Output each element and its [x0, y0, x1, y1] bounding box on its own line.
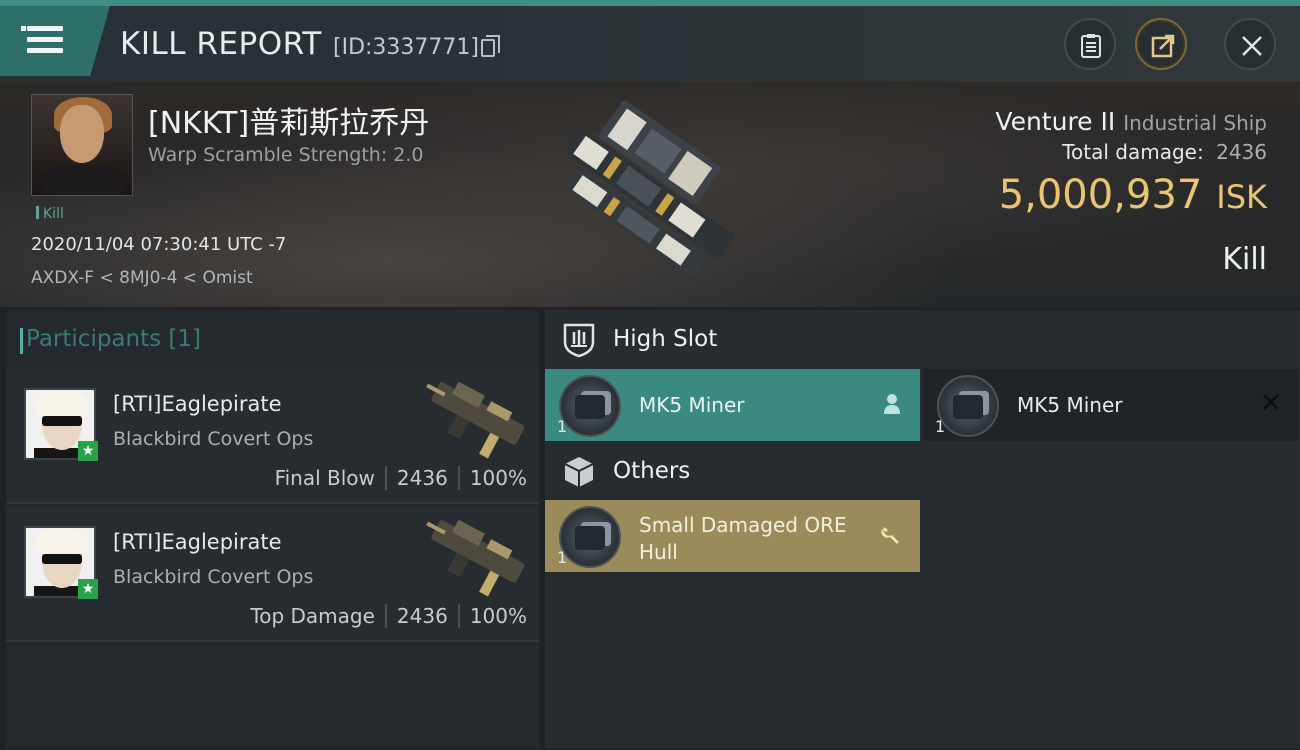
module-icon [559, 506, 621, 568]
total-damage: Total damage: 2436 [1062, 140, 1267, 164]
divider [457, 466, 460, 490]
victim-name: [NKKT]普莉斯拉乔丹 [148, 106, 430, 141]
module-quantity: 1 [935, 417, 946, 436]
isk-value: 5,000,937 ISK [999, 172, 1267, 218]
participant-damage: 2436 [396, 604, 448, 628]
participant-percent: 100% [469, 466, 527, 490]
kill-location: AXDX-F < 8MJ0-4 < Omist [31, 268, 253, 288]
clipboard-button[interactable] [1064, 18, 1116, 70]
close-icon [1242, 36, 1262, 56]
total-damage-label: Total damage: [1062, 140, 1204, 164]
module-name: MK5 Miner [1017, 393, 1123, 417]
module-quantity: 1 [557, 548, 568, 567]
victim-ship-class: Industrial Ship [1123, 111, 1267, 135]
hamburger-menu-icon [21, 26, 63, 31]
others-label: Others [613, 458, 691, 484]
module-slot[interactable]: 1 MK5 Miner [545, 369, 920, 441]
module-name: Small Damaged ORE Hull [639, 513, 847, 564]
participant-role: Final Blow [274, 466, 375, 490]
high-slot-header: High Slot [545, 310, 1300, 370]
header-bar: KILL REPORT [ID:3337771] [0, 6, 1300, 82]
share-icon [1151, 34, 1175, 58]
copy-icon[interactable] [481, 35, 500, 57]
total-damage-value: 2436 [1216, 140, 1267, 164]
participant-ship: Blackbird Covert Ops [113, 428, 314, 450]
participant-damage: 2436 [396, 466, 448, 490]
participants-panel: Participants [1] ★ [RTI]Eaglepirate Blac… [6, 310, 539, 748]
star-icon: ★ [78, 579, 98, 599]
participant-stats: Final Blow 2436 100% [275, 466, 527, 490]
victim-summary: [NKKT]普莉斯拉乔丹 Warp Scramble Strength: 2.0… [0, 82, 1300, 307]
victim-ship: Venture II Industrial Ship [995, 107, 1267, 136]
others-header: Others [545, 442, 1300, 502]
divider [457, 604, 460, 628]
wrench-icon [881, 527, 899, 544]
participant-name: [RTI]Eaglepirate [113, 530, 282, 554]
report-id: [ID:3337771] [333, 35, 479, 60]
module-quantity: 1 [557, 417, 568, 436]
divider [384, 604, 387, 628]
warp-scramble-strength: Warp Scramble Strength: 2.0 [148, 144, 424, 166]
module-name: MK5 Miner [639, 393, 745, 417]
close-button[interactable] [1224, 18, 1276, 70]
module-slot[interactable]: 1 Small Damaged ORE Hull [545, 500, 920, 572]
share-button[interactable] [1135, 18, 1187, 70]
participant-ship-image [426, 381, 525, 459]
participants-title: Participants [1] [20, 326, 201, 354]
isk-unit: ISK [1216, 178, 1267, 216]
high-slot-label: High Slot [613, 326, 718, 352]
star-icon: ★ [78, 441, 98, 461]
victim-ship-image [563, 100, 735, 278]
high-slot-icon [563, 323, 595, 358]
fitting-panel: High Slot 1 MK5 Miner 1 MK5 Miner Others… [545, 310, 1300, 748]
clipboard-icon [1081, 34, 1101, 58]
kill-tag: Kill [36, 206, 64, 222]
participant-name: [RTI]Eaglepirate [113, 392, 282, 416]
cube-icon [564, 457, 594, 487]
page-title: KILL REPORT [120, 26, 322, 62]
participant-ship-image [426, 519, 525, 597]
person-icon [884, 394, 900, 414]
divider [384, 466, 387, 490]
participant-row[interactable]: ★ [RTI]Eaglepirate Blackbird Covert Ops … [6, 368, 539, 504]
module-icon [937, 375, 999, 437]
participant-percent: 100% [469, 604, 527, 628]
participant-ship: Blackbird Covert Ops [113, 566, 314, 588]
victim-portrait[interactable] [31, 94, 133, 196]
x-icon [1263, 394, 1279, 410]
kill-result: Kill [1222, 242, 1267, 277]
module-slot[interactable]: 1 MK5 Miner [923, 369, 1298, 441]
isk-amount: 5,000,937 [998, 172, 1203, 218]
menu-button[interactable] [0, 6, 110, 76]
kill-datetime: 2020/11/04 07:30:41 UTC -7 [31, 234, 287, 255]
participant-stats: Top Damage 2436 100% [250, 604, 527, 628]
victim-ship-name: Venture II [995, 107, 1116, 136]
participant-role: Top Damage [250, 604, 375, 628]
module-icon [559, 375, 621, 437]
participant-row[interactable]: ★ [RTI]Eaglepirate Blackbird Covert Ops … [6, 506, 539, 642]
